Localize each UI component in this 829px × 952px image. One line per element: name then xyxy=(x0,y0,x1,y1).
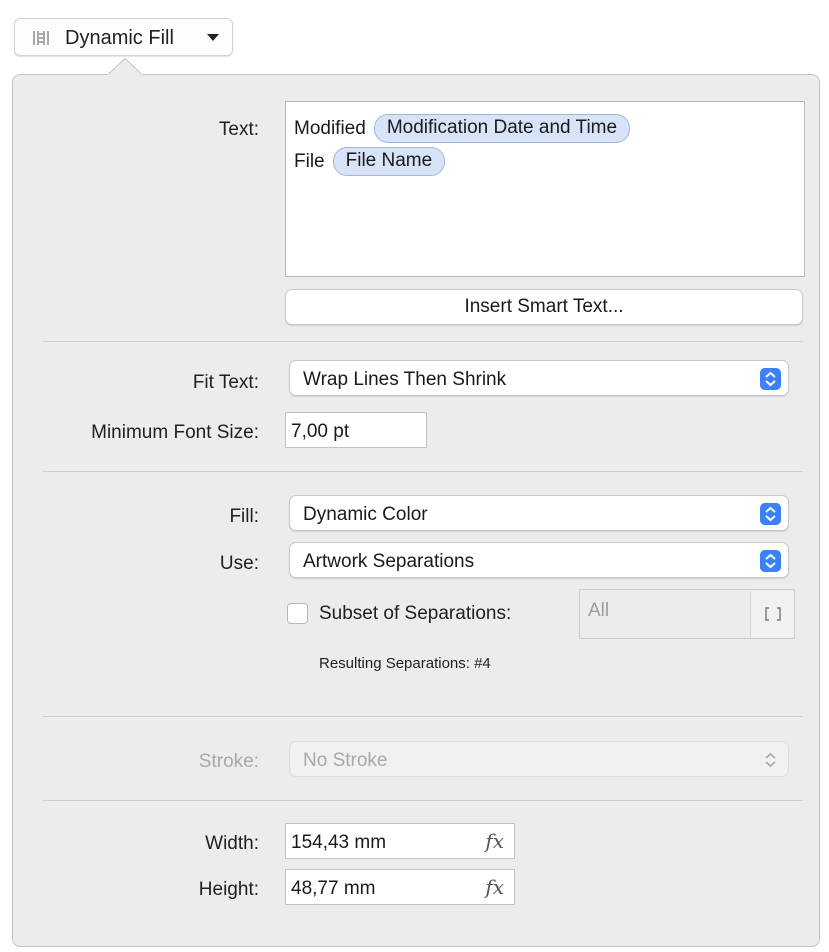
formula-fx-icon[interactable]: fx xyxy=(485,829,504,853)
brackets-icon xyxy=(765,607,781,621)
stroke-popup[interactable]: No Stroke xyxy=(289,741,789,777)
divider xyxy=(43,471,803,472)
use-label: Use: xyxy=(219,553,259,574)
min-font-size-field[interactable]: 7,00 pt xyxy=(285,412,427,448)
divider xyxy=(43,800,803,801)
popup-stepper-icon xyxy=(765,752,776,768)
smart-token-file-name[interactable]: File Name xyxy=(332,147,446,176)
formula-fx-icon[interactable]: fx xyxy=(485,875,504,899)
subset-of-separations-label: Subset of Separations: xyxy=(319,603,512,624)
popup-stepper-icon xyxy=(760,368,781,390)
fill-popup[interactable]: Dynamic Color xyxy=(289,495,789,531)
use-value: Artwork Separations xyxy=(303,551,475,572)
fit-text-popup[interactable]: Wrap Lines Then Shrink xyxy=(289,360,789,396)
width-label: Width: xyxy=(205,833,259,854)
min-font-size-value: 7,00 pt xyxy=(291,421,350,442)
fill-value: Dynamic Color xyxy=(303,504,428,525)
text-prefix: File xyxy=(294,150,325,172)
fit-text-label: Fit Text: xyxy=(192,372,259,393)
popup-stepper-icon xyxy=(760,550,781,572)
stroke-label: Stroke: xyxy=(198,751,259,772)
height-value: 48,77 mm xyxy=(291,878,376,899)
insert-smart-text-button[interactable]: Insert Smart Text... xyxy=(285,289,803,325)
min-font-size-label: Minimum Font Size: xyxy=(91,422,259,443)
text-label: Text: xyxy=(218,119,259,140)
divider xyxy=(43,341,803,342)
smart-token-modification-date[interactable]: Modification Date and Time xyxy=(373,114,631,143)
text-line-file: File File Name xyxy=(294,147,446,176)
fit-text-value: Wrap Lines Then Shrink xyxy=(303,369,507,390)
subset-placeholder: All xyxy=(588,600,610,621)
width-value: 154,43 mm xyxy=(291,832,387,853)
popup-stepper-icon xyxy=(760,503,781,525)
text-prefix: Modified xyxy=(294,117,366,139)
dynamic-fill-grid-icon xyxy=(33,31,49,45)
dynamic-fill-label: Dynamic Fill xyxy=(65,27,174,49)
height-field[interactable]: 48,77 mm fx xyxy=(285,869,515,905)
dynamic-fill-button[interactable]: Dynamic Fill xyxy=(14,18,233,56)
popover-arrow xyxy=(108,58,142,75)
fill-label: Fill: xyxy=(229,506,259,527)
divider xyxy=(43,716,803,717)
smart-text-editor[interactable]: Modified Modification Date and Time File… xyxy=(285,101,805,277)
text-line-modified: Modified Modification Date and Time xyxy=(294,114,631,143)
subset-of-separations-checkbox[interactable] xyxy=(287,603,308,624)
subset-separations-field[interactable]: All xyxy=(579,589,795,639)
resulting-separations-text: Resulting Separations: #4 xyxy=(319,655,491,672)
use-popup[interactable]: Artwork Separations xyxy=(289,542,789,578)
height-label: Height: xyxy=(198,879,259,900)
dynamic-fill-panel: Text: Modified Modification Date and Tim… xyxy=(12,74,820,947)
chevron-down-icon xyxy=(207,34,219,41)
stroke-value: No Stroke xyxy=(303,750,388,771)
width-field[interactable]: 154,43 mm fx xyxy=(285,823,515,859)
brackets-button[interactable] xyxy=(750,591,794,637)
